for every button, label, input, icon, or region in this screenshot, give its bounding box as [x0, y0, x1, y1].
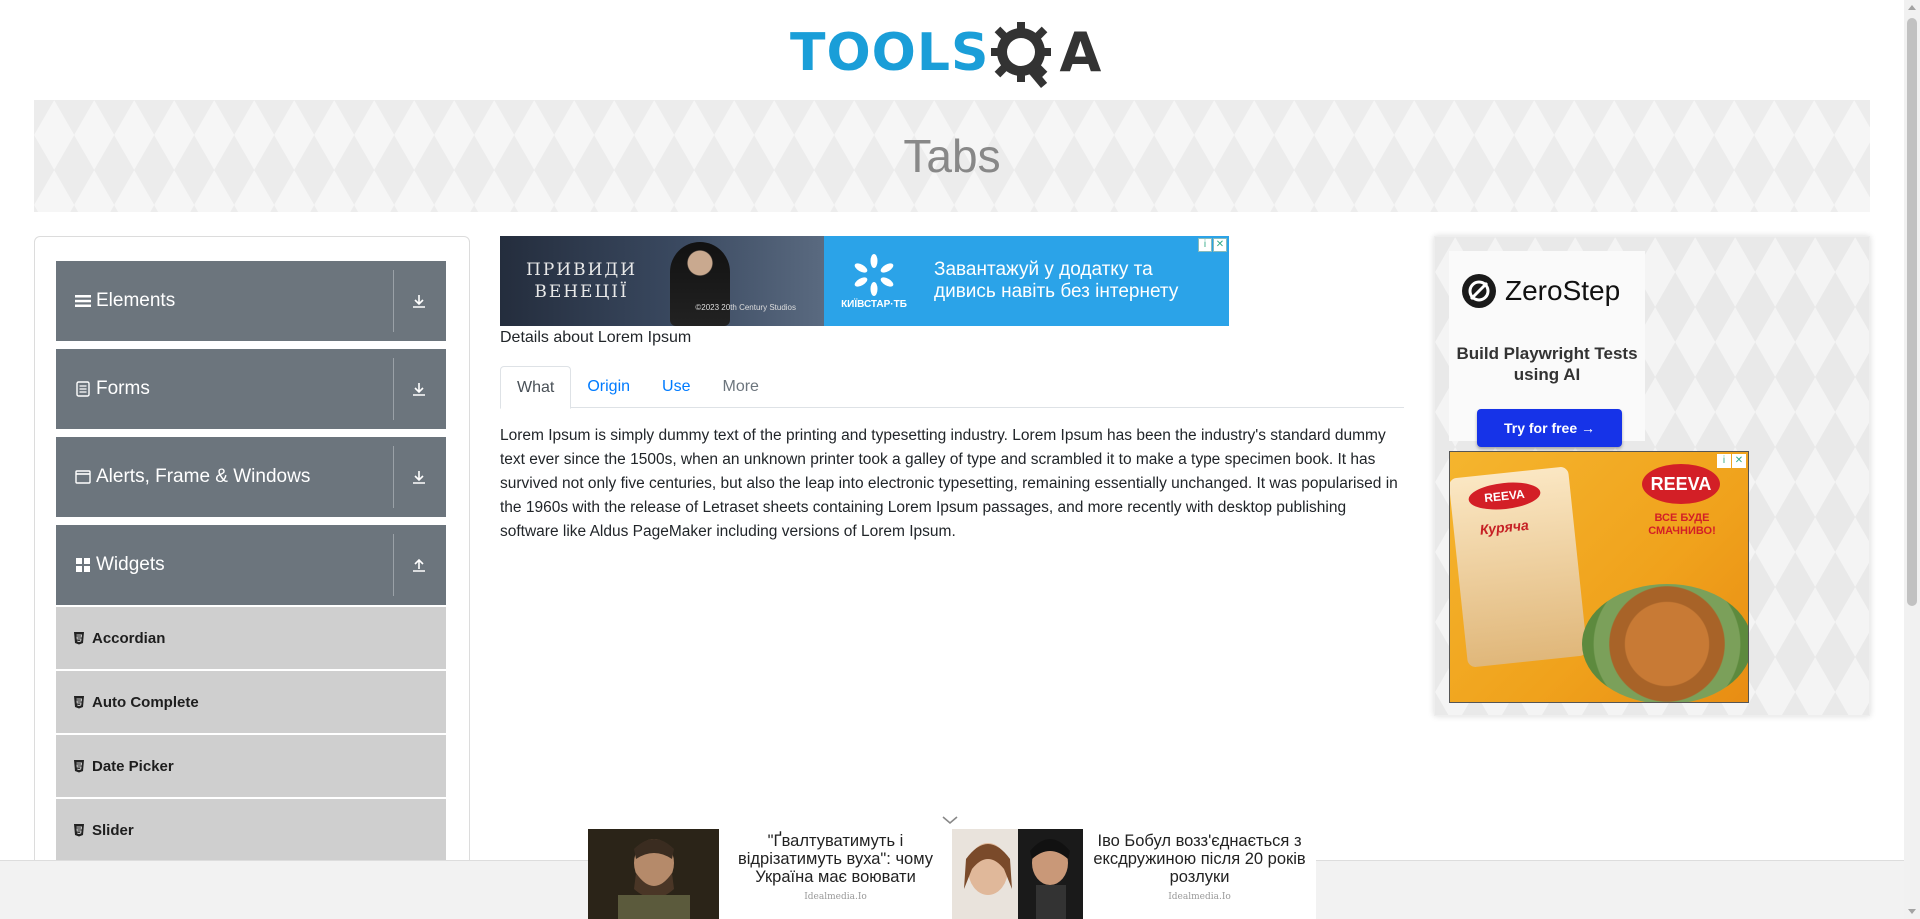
sidebar-item-auto-complete[interactable]: Auto Complete: [56, 671, 446, 733]
ad-card-headline: Іво Бобул возз'єднається з ексдружиною п…: [1093, 832, 1306, 886]
toolsqa-logo[interactable]: TOOLS A: [790, 14, 1120, 92]
top-ad-banner[interactable]: ПРИВИДИ ВЕНЕЦІЇ ©2023 20th Century Studi…: [500, 236, 1229, 326]
sidebar-item-label: Auto Complete: [92, 693, 199, 711]
window-icon: [74, 468, 92, 486]
right-ad-column: ZeroStep Build Playwright Tests using AI…: [1434, 236, 1870, 716]
page-banner: Tabs: [34, 100, 1870, 212]
chevron-down-icon[interactable]: [940, 813, 960, 827]
ad-choices[interactable]: i ✕: [1198, 238, 1227, 252]
sidebar-group-widgets[interactable]: Widgets: [56, 525, 446, 605]
ad-movie-panel: ПРИВИДИ ВЕНЕЦІЇ ©2023 20th Century Studi…: [500, 236, 824, 326]
upload-arrow-icon[interactable]: [410, 556, 428, 574]
sidebar-group-label: Forms: [96, 378, 150, 399]
reeva-slogan: ВСЕ БУДЕ СМАЧНИВО!: [1648, 512, 1716, 537]
html5-icon: [72, 759, 86, 773]
html5-icon: [72, 823, 86, 837]
ad-choices[interactable]: i ✕: [1717, 454, 1746, 468]
food-plate-image: [1582, 584, 1748, 702]
logo-text: TOOLS: [790, 23, 990, 83]
scroll-up-arrow-icon[interactable]: [1908, 5, 1916, 10]
tab-what[interactable]: What: [500, 366, 572, 409]
ad-message: Завантажуй у додатку та дивись навіть бе…: [934, 259, 1179, 302]
sidebar-item-date-picker[interactable]: Date Picker: [56, 735, 446, 797]
ad-card[interactable]: "Ґвалтуватимуть і відрізатимуть вуха": ч…: [588, 829, 952, 919]
grid-icon: [74, 556, 92, 574]
sidebar-group-label: Widgets: [96, 554, 165, 575]
reeva-ad[interactable]: REEVA Куряча REEVA ВСЕ БУДЕ СМАЧНИВО! i …: [1449, 451, 1749, 703]
html5-icon: [72, 631, 86, 645]
ad-card-source: Idealmedia.Io: [1168, 892, 1231, 902]
page: TOOLS A Tabs Elements Forms Alerts, Fram…: [0, 0, 1920, 919]
page-title: Tabs: [903, 130, 1001, 182]
sidebar-group-forms[interactable]: Forms: [56, 349, 446, 429]
scrollbar-thumb[interactable]: [1907, 18, 1917, 606]
zerostep-ad[interactable]: ZeroStep Build Playwright Tests using AI…: [1449, 251, 1645, 447]
zerostep-tagline: Build Playwright Tests using AI: [1456, 344, 1638, 384]
tab-list: What Origin Use More: [500, 366, 1404, 409]
sidebar-item-label: Date Picker: [92, 757, 174, 775]
sidebar-group-elements[interactable]: Elements: [56, 261, 446, 341]
ad-card-image: [952, 829, 1083, 919]
html5-icon: [72, 695, 86, 709]
pack-logo: REEVA: [1467, 479, 1542, 513]
sidebar: Elements Forms Alerts, Frame & Windows W…: [34, 236, 470, 919]
tab-more: More: [722, 378, 759, 395]
details-heading: Details about Lorem Ipsum: [500, 329, 692, 346]
sidebar-item-label: Slider: [92, 821, 134, 839]
hamburger-icon: [74, 292, 92, 310]
scroll-down-arrow-icon[interactable]: [1908, 909, 1916, 914]
kyivstar-logo: КИЇВСТАР·ТБ: [824, 236, 924, 326]
sidebar-group-label: Elements: [96, 290, 176, 311]
product-pack-image: REEVA Куряча: [1450, 466, 1588, 668]
ad-kyivstar-panel: КИЇВСТАР·ТБ Завантажуй у додатку та диви…: [824, 236, 1229, 326]
divider: [393, 446, 394, 508]
try-for-free-button[interactable]: Try for free →: [1477, 409, 1622, 447]
sidebar-group-label: Alerts, Frame & Windows: [96, 466, 311, 487]
ad-card-headline: "Ґвалтуватимуть і відрізатимуть вуха": ч…: [737, 832, 934, 886]
ad-info-icon[interactable]: i: [1717, 454, 1731, 468]
ad-actor-image: [670, 242, 730, 326]
star-burst-icon: [854, 253, 894, 296]
pack-name: Куряча: [1479, 516, 1530, 538]
download-arrow-icon[interactable]: [410, 380, 428, 398]
ad-close-icon[interactable]: ✕: [1213, 238, 1227, 252]
document-icon: [74, 380, 92, 398]
zerostep-brand: ZeroStep: [1505, 275, 1621, 306]
divider: [393, 534, 394, 596]
ad-card-image: [588, 829, 719, 919]
sticky-ad: "Ґвалтуватимуть і відрізатимуть вуха": ч…: [588, 829, 1316, 919]
reeva-logo: REEVA: [1642, 464, 1720, 504]
ad-movie-title: ПРИВИДИ ВЕНЕЦІЇ: [526, 260, 638, 302]
zerostep-logo: ZeroStep: [1461, 273, 1620, 309]
zerostep-icon: [1462, 274, 1496, 308]
sidebar-group-alerts-frame-windows[interactable]: Alerts, Frame & Windows: [56, 437, 446, 517]
divider: [393, 358, 394, 420]
ad-card-source: Idealmedia.Io: [804, 892, 867, 902]
ad-copyright: ©2023 20th Century Studios: [695, 303, 796, 312]
ad-close-icon[interactable]: ✕: [1732, 454, 1746, 468]
tab-origin[interactable]: Origin: [571, 366, 646, 408]
divider: [393, 270, 394, 332]
ad-brand: КИЇВСТАР·ТБ: [841, 298, 907, 310]
sidebar-item-label: Accordian: [92, 629, 166, 647]
tab-use[interactable]: Use: [646, 366, 706, 408]
vertical-scrollbar[interactable]: [1904, 0, 1920, 919]
download-arrow-icon[interactable]: [410, 468, 428, 486]
gear-magnifier-icon: [991, 20, 1057, 88]
download-arrow-icon[interactable]: [410, 292, 428, 310]
sidebar-item-accordian[interactable]: Accordian: [56, 607, 446, 669]
ad-info-icon[interactable]: i: [1198, 238, 1212, 252]
tab-content: Lorem Ipsum is simply dummy text of the …: [500, 427, 1398, 540]
sidebar-item-slider[interactable]: Slider: [56, 799, 446, 861]
ad-card[interactable]: Іво Бобул возз'єднається з ексдружиною п…: [952, 829, 1316, 919]
logo-text-a: A: [1059, 21, 1102, 84]
